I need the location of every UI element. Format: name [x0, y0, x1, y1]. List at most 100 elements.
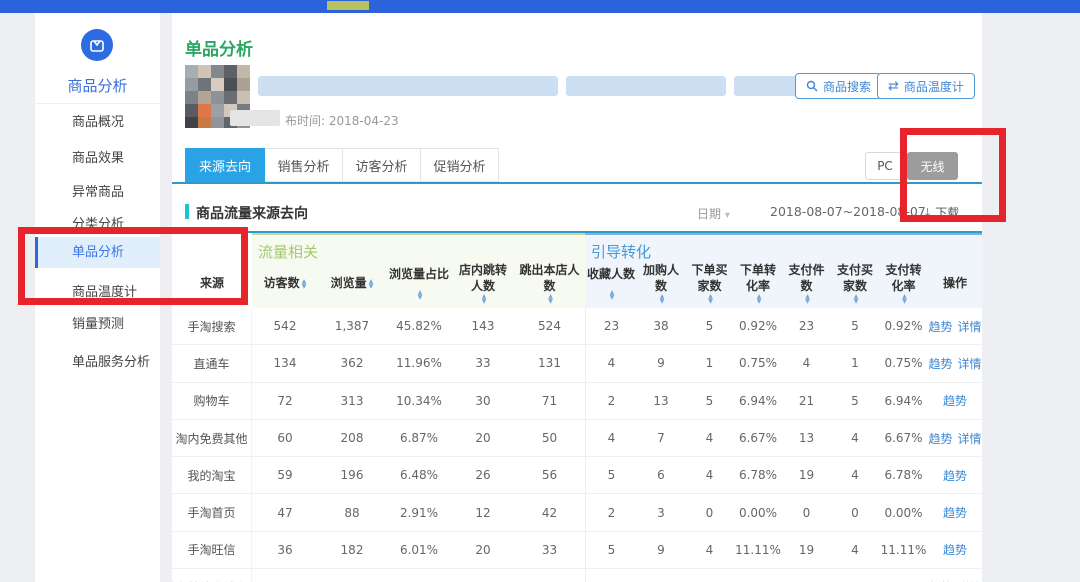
table-body: 手淘搜索 542 1,387 45.82% 143 524 23 38 5 0.… — [172, 308, 982, 582]
release-time-text: 布时间: 2018-04-23 — [285, 112, 399, 129]
column-cart-adds[interactable]: 加购人数▲▼ — [637, 263, 685, 304]
page-title: 单品分析 — [185, 35, 253, 60]
column-visitors[interactable]: 访客数▲▼ — [252, 263, 318, 304]
source-cell: 淘内免费其他 — [172, 420, 252, 456]
favorites-cell: 23 — [585, 308, 637, 344]
source-cell: 手淘其他店铺商品 — [172, 569, 252, 582]
column-paid-buyers[interactable]: 支付买家数▲▼ — [831, 263, 879, 304]
shop-exits-cell: 42 — [514, 506, 585, 520]
section-title: 商品流量来源去向 — [196, 203, 308, 223]
actions-cell: 趋势详情 — [928, 318, 982, 335]
actions-cell: 趋势 — [928, 467, 982, 484]
tab-source-destination[interactable]: 来源去向 — [185, 148, 265, 182]
sort-icon: ▲▼ — [902, 294, 907, 304]
trend-link[interactable]: 趋势 — [928, 355, 952, 372]
column-paid-items[interactable]: 支付件数▲▼ — [782, 263, 831, 304]
pageviews-cell: 88 — [318, 506, 386, 520]
topbar-accent — [327, 1, 369, 10]
shop-exits-cell: 131 — [514, 356, 585, 370]
paid-buyers-cell: 0 — [831, 506, 879, 520]
paid-items-cell: 19 — [782, 543, 831, 557]
paid-buyers-cell: 4 — [831, 468, 879, 482]
in-shop-jumps-cell: 33 — [452, 356, 514, 370]
section-marker — [185, 204, 189, 219]
visitors-cell: 60 — [252, 431, 318, 445]
product-search-label: 商品搜索 — [823, 78, 871, 95]
page: 商品分析 商品概况 商品效果 异常商品 分类分析 单品分析 商品温度计 销量预测… — [0, 0, 1080, 582]
annotation-box-wireless-download — [900, 128, 1006, 222]
detail-link[interactable]: 详情 — [958, 430, 982, 447]
column-in-shop-jumps[interactable]: 店内跳转人数▲▼ — [452, 263, 514, 304]
chevron-down-icon: ▾ — [725, 210, 730, 221]
paid-buyers-cell: 5 — [831, 319, 879, 333]
actions-cell: 趋势 — [928, 392, 982, 409]
column-paid-conversion[interactable]: 支付转化率▲▼ — [879, 263, 928, 304]
trend-link[interactable]: 趋势 — [928, 318, 952, 335]
column-order-buyers[interactable]: 下单买家数▲▼ — [685, 263, 734, 304]
in-shop-jumps-cell: 30 — [452, 394, 514, 408]
group-title-conversion: 引导转化 — [591, 241, 651, 262]
cart-adds-cell: 9 — [637, 543, 685, 557]
visitors-cell: 542 — [252, 319, 318, 333]
visitors-cell: 72 — [252, 394, 318, 408]
swap-icon: ⇄ — [888, 80, 899, 93]
table-row: 手淘首页 47 88 2.91% 12 42 2 3 0 0.00% 0 0 0… — [172, 494, 982, 531]
pageviews-cell: 182 — [318, 543, 386, 557]
sidebar-item-single-product-service[interactable]: 单品服务分析 — [35, 353, 160, 373]
sidebar-item-product-overview[interactable]: 商品概况 — [35, 113, 160, 133]
product-thermometer-button[interactable]: ⇄ 商品温度计 — [877, 73, 975, 99]
table-row: 手淘其他店铺商品 24 88 2.91% 8 23 2 0 0 0.00% 0 … — [172, 569, 982, 582]
column-favorites[interactable]: 收藏人数▲▼ — [585, 263, 637, 304]
trend-link[interactable]: 趋势 — [943, 541, 967, 558]
sidebar-item-product-effect[interactable]: 商品效果 — [35, 149, 160, 169]
cart-adds-cell: 7 — [637, 431, 685, 445]
order-buyers-cell: 5 — [685, 394, 734, 408]
favorites-cell: 5 — [585, 457, 637, 493]
column-header-row: 来源 访客数▲▼ 浏览量▲▼ 浏览量占比▲▼ 店内跳转人数▲▼ 跳出本店人数▲▼… — [172, 263, 982, 304]
tab-promotion-analysis[interactable]: 促销分析 — [421, 148, 499, 182]
column-actions: 操作 — [928, 263, 982, 304]
tab-sales-analysis[interactable]: 销售分析 — [265, 148, 343, 182]
column-pageviews[interactable]: 浏览量▲▼ — [318, 263, 386, 304]
sidebar-item-sales-forecast[interactable]: 销量预测 — [35, 315, 160, 335]
toggle-pc[interactable]: PC — [865, 152, 905, 180]
actions-cell: 趋势 — [928, 541, 982, 558]
trend-link[interactable]: 趋势 — [943, 467, 967, 484]
date-dropdown[interactable]: 日期 ▾ — [697, 205, 730, 222]
trend-link[interactable]: 趋势 — [928, 430, 952, 447]
trend-link[interactable]: 趋势 — [943, 504, 967, 521]
order-conversion-cell: 0.75% — [734, 356, 782, 370]
favorites-cell: 2 — [585, 494, 637, 530]
detail-link[interactable]: 详情 — [958, 355, 982, 372]
order-buyers-cell: 1 — [685, 356, 734, 370]
favorites-cell: 5 — [585, 532, 637, 568]
in-shop-jumps-cell: 26 — [452, 468, 514, 482]
order-buyers-cell: 4 — [685, 543, 734, 557]
pageviews-cell: 313 — [318, 394, 386, 408]
paid-items-cell: 19 — [782, 468, 831, 482]
tab-visitor-analysis[interactable]: 访客分析 — [343, 148, 421, 182]
column-order-conversion[interactable]: 下单转化率▲▼ — [734, 263, 782, 304]
table-row: 我的淘宝 59 196 6.48% 26 56 5 6 4 6.78% 19 4… — [172, 457, 982, 494]
order-conversion-cell: 6.78% — [734, 468, 782, 482]
shop-exits-cell: 524 — [514, 319, 585, 333]
detail-link[interactable]: 详情 — [958, 318, 982, 335]
annotation-box-single-product-analysis — [18, 227, 248, 305]
source-cell: 直通车 — [172, 345, 252, 381]
column-pv-share[interactable]: 浏览量占比▲▼ — [386, 263, 452, 304]
column-shop-exits[interactable]: 跳出本店人数▲▼ — [514, 263, 585, 304]
pv-share-cell: 6.48% — [386, 468, 452, 482]
pageviews-cell: 208 — [318, 431, 386, 445]
order-buyers-cell: 4 — [685, 431, 734, 445]
sort-icon: ▲▼ — [854, 294, 859, 304]
product-search-button[interactable]: 商品搜索 — [795, 73, 882, 99]
pv-share-cell: 6.01% — [386, 543, 452, 557]
paid-conversion-cell: 0.00% — [879, 506, 928, 520]
table-row: 购物车 72 313 10.34% 30 71 2 13 5 6.94% 21 … — [172, 383, 982, 420]
sidebar-item-abnormal-products[interactable]: 异常商品 — [35, 183, 160, 203]
sort-icon: ▲▼ — [805, 294, 810, 304]
shop-exits-cell: 56 — [514, 468, 585, 482]
in-shop-jumps-cell: 20 — [452, 543, 514, 557]
trend-link[interactable]: 趋势 — [943, 392, 967, 409]
cart-adds-cell: 38 — [637, 319, 685, 333]
